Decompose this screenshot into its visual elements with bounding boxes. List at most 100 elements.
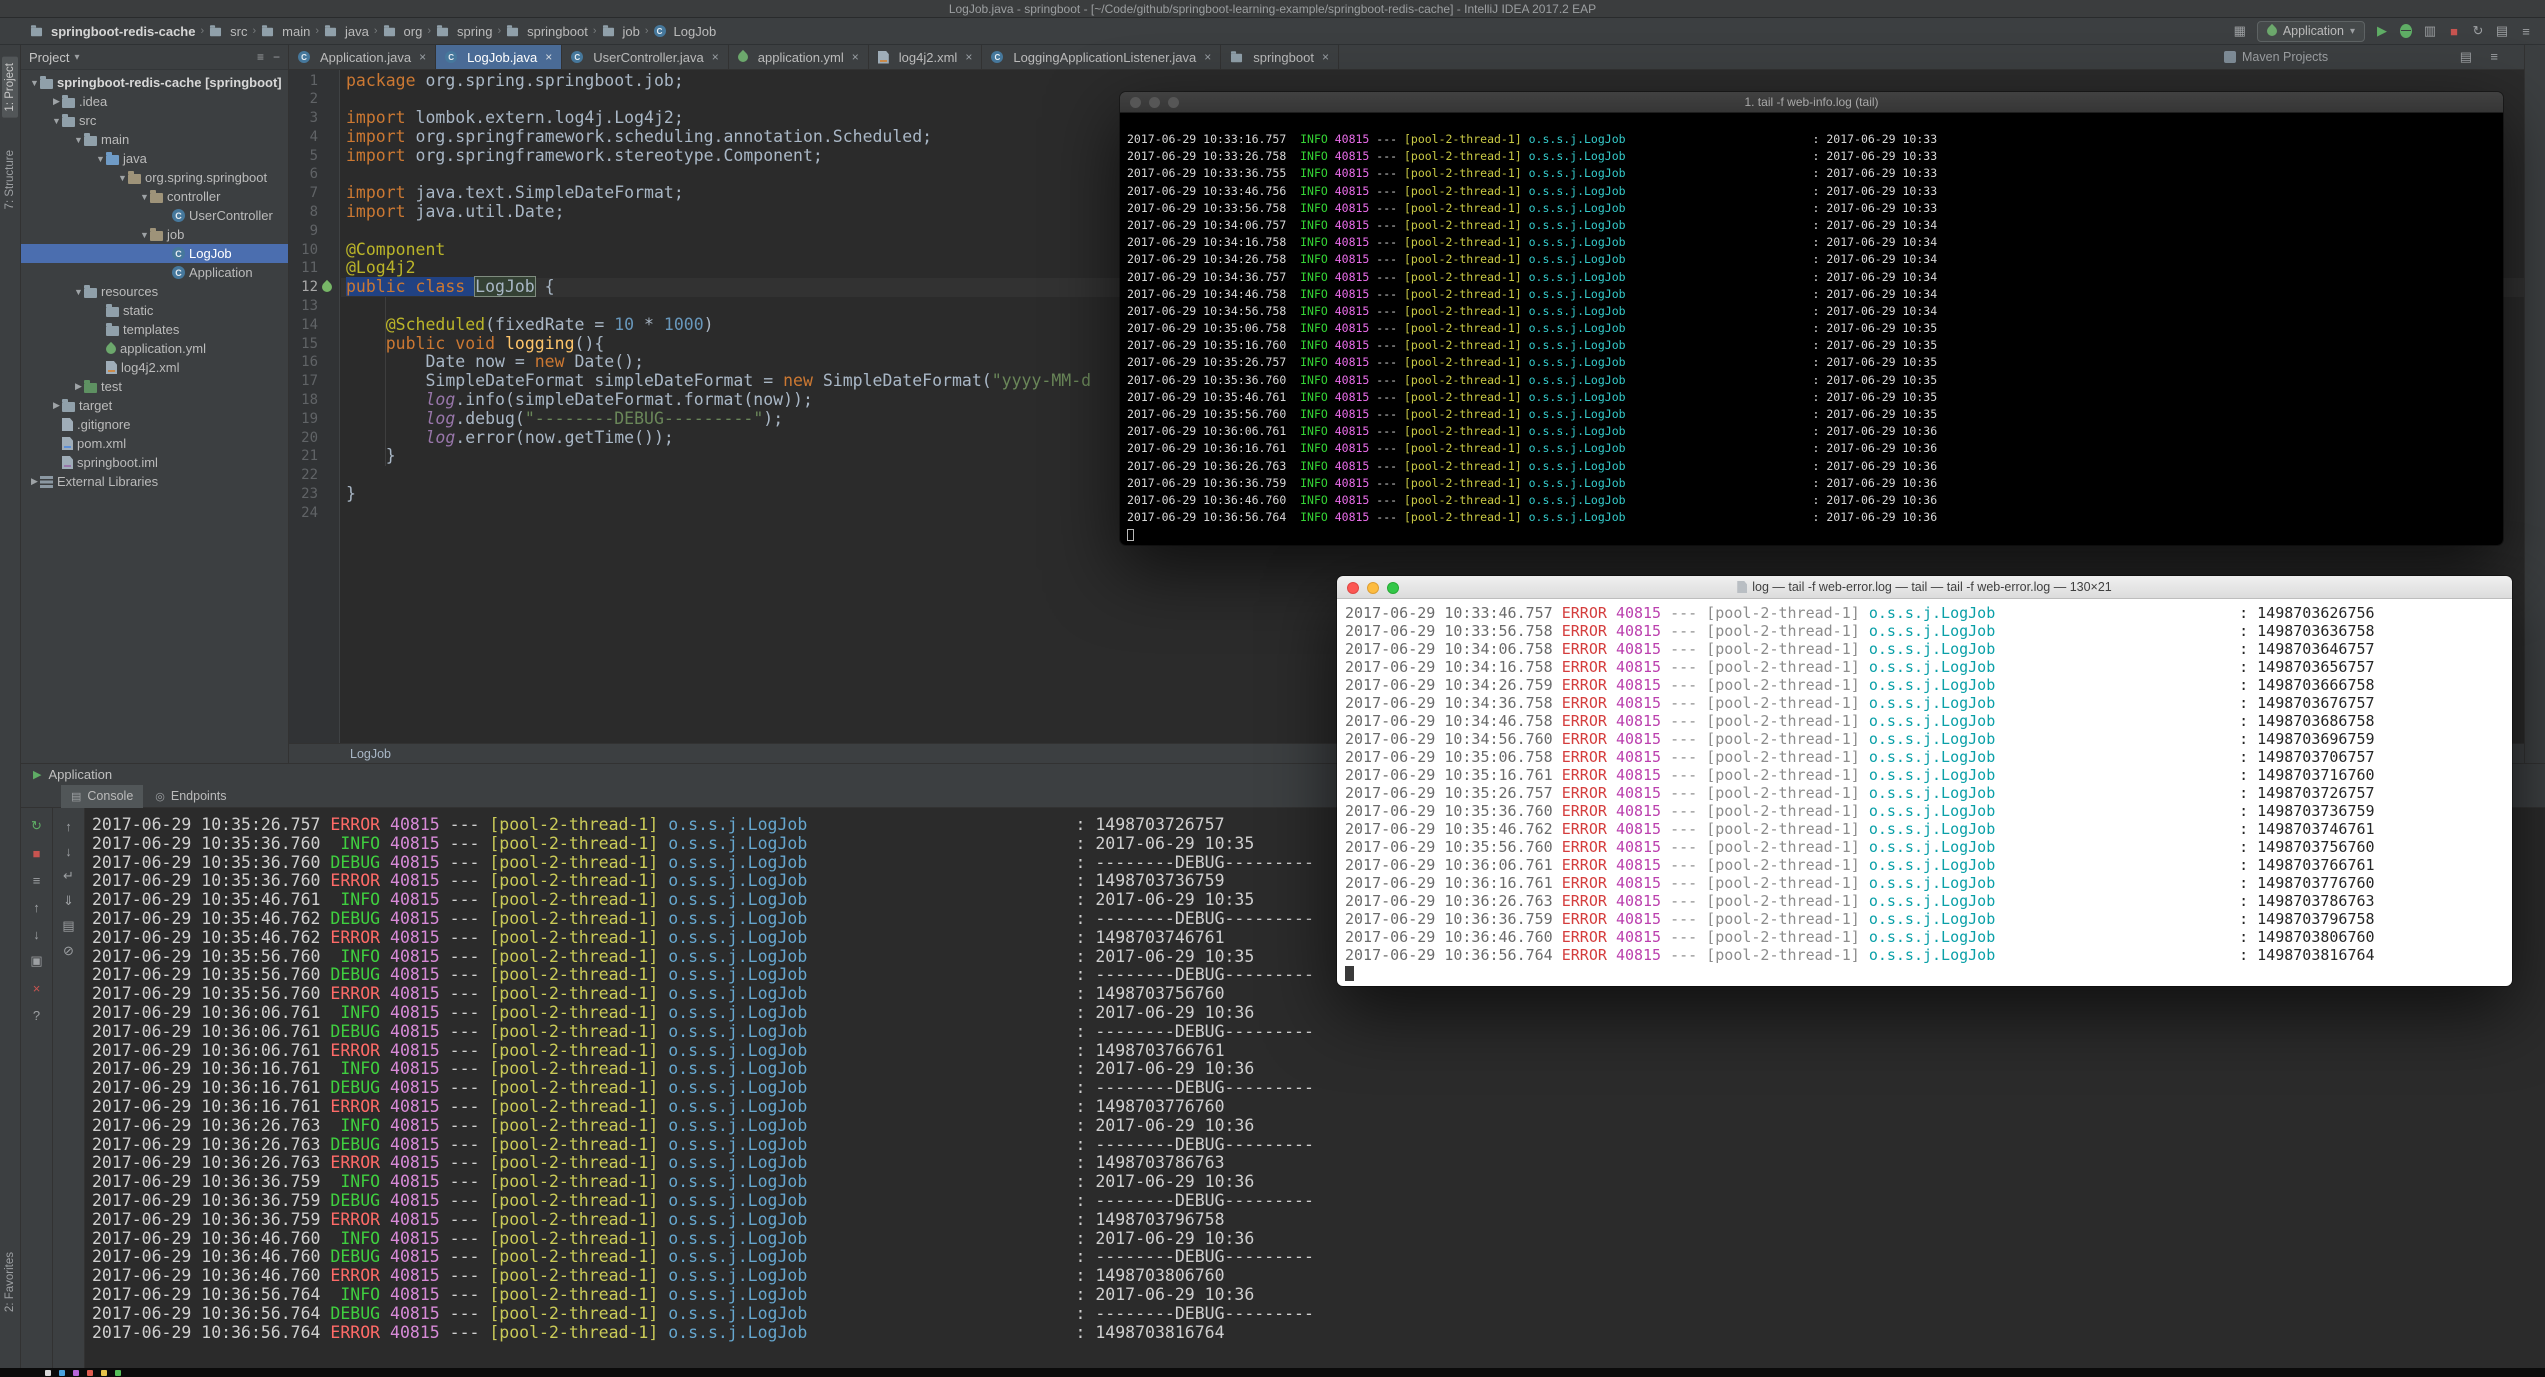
line-number[interactable]: 21	[289, 447, 340, 466]
line-number[interactable]: 15	[289, 335, 340, 354]
run-button[interactable]: ▶	[2375, 23, 2389, 39]
expand-arrow[interactable]: ▼	[29, 78, 40, 88]
expand-arrow[interactable]: ▼	[139, 230, 150, 240]
tree-item-external-libraries[interactable]: ▶ External Libraries	[21, 472, 288, 491]
dock-app-icon[interactable]	[115, 1369, 121, 1376]
breadcrumb-class[interactable]: LogJob	[350, 747, 391, 761]
editor-tab-log4j2-xml[interactable]: log4j2.xml ×	[868, 45, 983, 69]
tool-button-1-project[interactable]: 1: Project	[2, 57, 18, 118]
expand-arrow[interactable]: ▼	[139, 192, 150, 202]
pin-button[interactable]: ▣	[30, 953, 42, 969]
close-tab-icon[interactable]: ×	[419, 50, 426, 64]
terminal-titlebar[interactable]: 1. tail -f web-info.log (tail)	[1120, 92, 2503, 113]
breadcrumb-springboot[interactable]: springboot	[506, 24, 588, 39]
editor-tab-application-yml[interactable]: application.yml ×	[728, 45, 869, 69]
line-number[interactable]: 8	[289, 203, 340, 222]
expand-arrow[interactable]: ▼	[95, 154, 106, 164]
breadcrumb-main[interactable]: main	[261, 24, 310, 39]
tree-item-target[interactable]: ▶ target	[21, 396, 288, 415]
breadcrumb-src[interactable]: src	[209, 24, 247, 39]
line-number[interactable]: 13	[289, 297, 340, 316]
tree-item-test[interactable]: ▶ test	[21, 377, 288, 396]
close-tab-icon[interactable]: ×	[1322, 50, 1329, 64]
tree-item-job[interactable]: ▼ job	[21, 225, 288, 244]
breadcrumb-spring[interactable]: spring	[436, 24, 492, 39]
tree-item-application-yml[interactable]: application.yml	[21, 339, 288, 358]
dock-app-icon[interactable]	[87, 1369, 93, 1376]
line-number[interactable]: 19	[289, 410, 340, 429]
close-button[interactable]	[1347, 582, 1359, 594]
expand-arrow[interactable]: ▶	[29, 476, 40, 487]
collapse-all-icon[interactable]: −	[273, 50, 280, 64]
dock-app-icon[interactable]	[45, 1369, 51, 1376]
expand-arrow[interactable]: ▼	[51, 116, 62, 126]
editor-tab-application-java[interactable]: Application.java×	[289, 45, 437, 69]
chevron-down-icon[interactable]: ▾	[74, 52, 79, 63]
scroll-to-end-button[interactable]: ⇓	[63, 893, 74, 909]
rerun-button[interactable]: ↻	[2471, 23, 2485, 39]
line-number[interactable]: 10	[289, 241, 340, 260]
dock-app-icon[interactable]	[73, 1369, 79, 1376]
tree-item-pom-xml[interactable]: pom.xml	[21, 434, 288, 453]
coverage-button[interactable]: ▥	[2423, 23, 2437, 39]
line-number[interactable]: 14	[289, 316, 340, 335]
maven-projects-button[interactable]: Maven Projects	[2224, 45, 2328, 69]
tool-button-2-favorites[interactable]: 2: Favorites	[2, 1246, 18, 1318]
editor-tab-logjob-java[interactable]: LogJob.java×	[436, 45, 563, 69]
tree-item-logjob[interactable]: LogJob	[21, 244, 288, 263]
zoom-button[interactable]	[1168, 97, 1179, 108]
down-button[interactable]: ↓	[33, 926, 40, 942]
run-tab-endpoints[interactable]: ◎ Endpoints	[145, 785, 236, 808]
tree-item-usercontroller[interactable]: UserController	[21, 206, 288, 225]
settings-icon[interactable]: ≡	[257, 50, 264, 64]
line-number[interactable]: 18	[289, 391, 340, 410]
tree-item-springboot-iml[interactable]: springboot.iml	[21, 453, 288, 472]
dock-app-icon[interactable]	[59, 1369, 65, 1376]
tree-item-application[interactable]: Application	[21, 263, 288, 282]
zoom-button[interactable]	[1387, 582, 1399, 594]
line-number[interactable]: 23	[289, 485, 340, 504]
breadcrumb-logjob[interactable]: LogJob	[653, 24, 716, 39]
run-tab-console[interactable]: ▤ Console	[61, 784, 144, 808]
tab-list-icon[interactable]: ▤	[2460, 49, 2472, 65]
editor-tab-loggingapplicationlistener-java[interactable]: LoggingApplicationListener.java×	[982, 45, 1222, 69]
up-stack-trace-button[interactable]: ↑	[65, 818, 72, 834]
close-tab-icon[interactable]: ×	[545, 50, 552, 64]
line-number[interactable]: 22	[289, 466, 340, 485]
print-button[interactable]: ▤	[62, 918, 74, 934]
terminal-content[interactable]: 2017-06-29 10:33:46.757 ERROR 40815 --- …	[1337, 599, 2512, 986]
debug-button[interactable]	[2399, 23, 2413, 39]
settings-icon[interactable]: ≡	[2519, 23, 2533, 39]
breadcrumb-job[interactable]: job	[602, 24, 640, 39]
terminal-titlebar[interactable]: log — tail -f web-error.log — tail — tai…	[1337, 576, 2512, 599]
expand-arrow[interactable]: ▶	[51, 400, 62, 411]
tree-item-java[interactable]: ▼ java	[21, 149, 288, 168]
tool-button-7-structure[interactable]: 7: Structure	[2, 144, 18, 215]
line-number[interactable]: 1	[289, 72, 340, 91]
expand-arrow[interactable]: ▼	[117, 173, 128, 183]
tree-item-idea[interactable]: ▶ .idea	[21, 92, 288, 111]
stop-button[interactable]: ■	[2447, 23, 2461, 39]
line-number[interactable]: 24	[289, 504, 340, 523]
editor-tab-springboot[interactable]: springboot ×	[1221, 45, 1339, 69]
expand-arrow[interactable]: ▶	[73, 381, 84, 392]
restore-layout-button[interactable]: ≡	[33, 872, 41, 888]
down-stack-trace-button[interactable]: ↓	[65, 843, 72, 859]
tree-item-templates[interactable]: templates	[21, 320, 288, 339]
tree-item-log4j2-xml[interactable]: log4j2.xml	[21, 358, 288, 377]
close-tab-icon[interactable]: ×	[965, 50, 972, 64]
line-number[interactable]: 9	[289, 222, 340, 241]
search-everywhere-icon[interactable]: ▤	[2495, 23, 2509, 39]
up-button[interactable]: ↑	[33, 899, 40, 915]
project-structure-icon[interactable]: ▦	[2233, 23, 2247, 39]
line-number[interactable]: 5	[289, 147, 340, 166]
breadcrumb-java[interactable]: java	[324, 24, 369, 39]
tree-item-resources[interactable]: ▼ resources	[21, 282, 288, 301]
expand-arrow[interactable]: ▼	[73, 287, 84, 297]
close-button[interactable]: ×	[33, 980, 41, 996]
window-titlebar[interactable]: LogJob.java - springboot - [~/Code/githu…	[0, 0, 2545, 18]
close-tab-icon[interactable]: ×	[712, 50, 719, 64]
tree-item-src[interactable]: ▼ src	[21, 111, 288, 130]
line-number[interactable]: 20	[289, 429, 340, 448]
minimize-button[interactable]	[1149, 97, 1160, 108]
